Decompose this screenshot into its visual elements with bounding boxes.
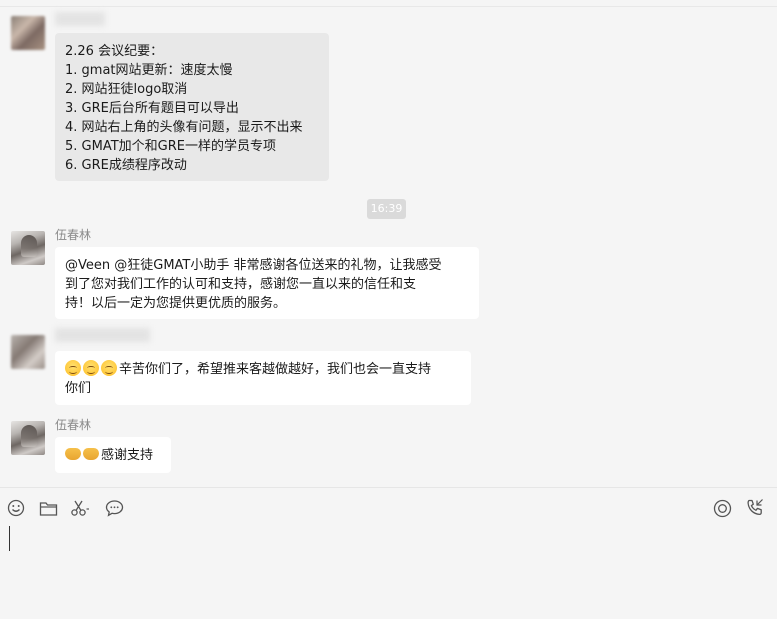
call-icon[interactable] [744, 497, 766, 519]
message-bubble-meeting-notes[interactable]: 2.26 会议纪要： 1. gmat网站更新：速度太慢 2. 网站狂徒logo取… [55, 33, 329, 181]
sender-name-redacted [55, 328, 150, 342]
avatar[interactable] [11, 16, 45, 50]
live-icon[interactable] [711, 497, 733, 519]
message-text: 感谢支持 [101, 448, 154, 463]
message-line: 辛苦你们了，希望推来客越做越好，我们也会一直支持 [65, 360, 461, 379]
avatar[interactable] [11, 335, 45, 369]
message-line: 到了您对我们工作的认可和支持，感谢您一直以来的信任和支 [65, 277, 417, 292]
message-line: 你们 [65, 381, 92, 396]
message-line: @Veen @狂徒GMAT小助手 非常感谢各位送来的礼物，让我感受 [65, 258, 442, 273]
message-line: 1. gmat网站更新：速度太慢 [65, 63, 233, 78]
smile-emoji-icon [65, 360, 81, 376]
smile-emoji-icon [83, 360, 99, 376]
message-bubble-thanks[interactable]: @Veen @狂徒GMAT小助手 非常感谢各位送来的礼物，让我感受 到了您对我们… [55, 247, 479, 319]
timestamp: 16:39 [367, 199, 406, 219]
message-line: 5. GMAT加个和GRE一样的学员专项 [65, 139, 276, 154]
folder-icon[interactable] [37, 497, 59, 519]
message-line: 6. GRE成绩程序改动 [65, 158, 187, 173]
message-line: 2.26 会议纪要： [65, 44, 164, 59]
scissors-icon[interactable] [70, 497, 92, 519]
chat-bubble-icon[interactable] [103, 497, 125, 519]
message-line: 2. 网站狂徒logo取消 [65, 82, 188, 97]
message-text: 辛苦你们了，希望推来客越做越好，我们也会一直支持 [119, 362, 432, 377]
message-bubble-short[interactable]: 感谢支持 [55, 437, 171, 473]
sender-name: 伍春林 [55, 228, 92, 242]
message-composer[interactable] [0, 487, 777, 619]
avatar[interactable] [11, 231, 45, 265]
chat-message-area[interactable]: 2.26 会议纪要： 1. gmat网站更新：速度太慢 2. 网站狂徒logo取… [0, 0, 777, 487]
message-line: 感谢支持 [65, 446, 161, 465]
message-line: 4. 网站右上角的头像有问题，显示不出来 [65, 120, 303, 135]
sender-name: 伍春林 [55, 418, 92, 432]
text-input-caret[interactable] [9, 526, 10, 551]
sender-name-redacted [55, 12, 105, 26]
message-bubble-reply[interactable]: 辛苦你们了，希望推来客越做越好，我们也会一直支持 你们 [55, 351, 471, 405]
handshake-emoji-icon [65, 448, 81, 460]
smile-emoji-icon [101, 360, 117, 376]
avatar[interactable] [11, 421, 45, 455]
emoji-icon[interactable] [5, 497, 27, 519]
handshake-emoji-icon [83, 448, 99, 460]
message-line: 持！以后一定为您提供更优质的服务。 [65, 296, 287, 311]
message-line: 3. GRE后台所有题目可以导出 [65, 101, 239, 116]
divider [0, 6, 777, 7]
